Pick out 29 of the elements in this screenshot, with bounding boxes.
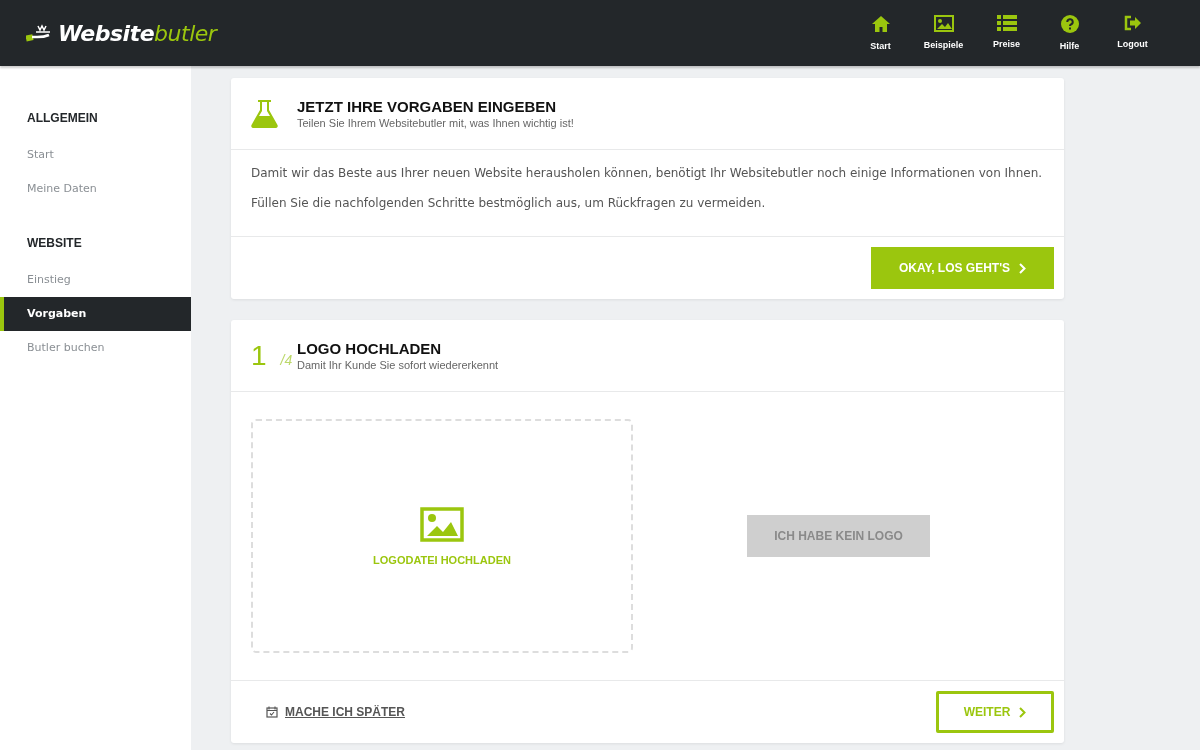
- nav-link[interactable]: Start: [849, 15, 912, 51]
- intro-paragraph: Damit wir das Beste aus Ihrer neuen Website herausholen können, benötigt Ihr Websitebutler noch einige Informationen von Ihnen.: [251, 166, 1044, 180]
- calendar-icon: [266, 706, 278, 718]
- help-icon: [1060, 15, 1079, 33]
- flask-icon: [251, 99, 278, 128]
- card-title: JETZT IHRE VORGABEN EINGEBEN: [297, 98, 558, 115]
- sidebar-heading: WEBSITE: [26, 235, 83, 252]
- card-subtitle: Teilen Sie Ihrem Websitebutler mit, was Ihnen wichtig ist!: [297, 117, 574, 129]
- later-link[interactable]: MACHE ICH SPÄTER: [266, 705, 405, 719]
- logout-icon: [1123, 15, 1142, 31]
- card-title: LOGO HOCHLADEN: [297, 340, 443, 357]
- list-icon: [996, 15, 1017, 31]
- logo-text[interactable]: Websitebutler: [58, 20, 217, 46]
- step-number: 1: [251, 339, 267, 372]
- upload-label: LOGODATEI HOCHLADEN: [373, 553, 511, 566]
- image-icon: [933, 15, 954, 32]
- image-icon: [420, 506, 464, 542]
- chevron-right-icon: [1019, 706, 1027, 718]
- sidebar-item[interactable]: Vorgaben: [0, 297, 191, 331]
- nav-link[interactable]: Logout: [1101, 15, 1164, 51]
- chevron-right-icon: [1019, 262, 1026, 274]
- sidebar-heading: ALLGEMEIN: [26, 110, 99, 127]
- nav-link[interactable]: Beispiele: [912, 15, 975, 51]
- intro-paragraph: Füllen Sie die nachfolgenden Schritte bestmöglich aus, um Rückfragen zu vermeiden.: [251, 196, 767, 210]
- home-icon: [870, 15, 891, 33]
- step-total: /4: [280, 351, 293, 368]
- nav-link[interactable]: Hilfe: [1038, 15, 1101, 51]
- nav-link[interactable]: Preise: [975, 15, 1038, 51]
- card-subtitle: Damit Ihr Kunde Sie sofort wiedererkennt: [297, 359, 499, 371]
